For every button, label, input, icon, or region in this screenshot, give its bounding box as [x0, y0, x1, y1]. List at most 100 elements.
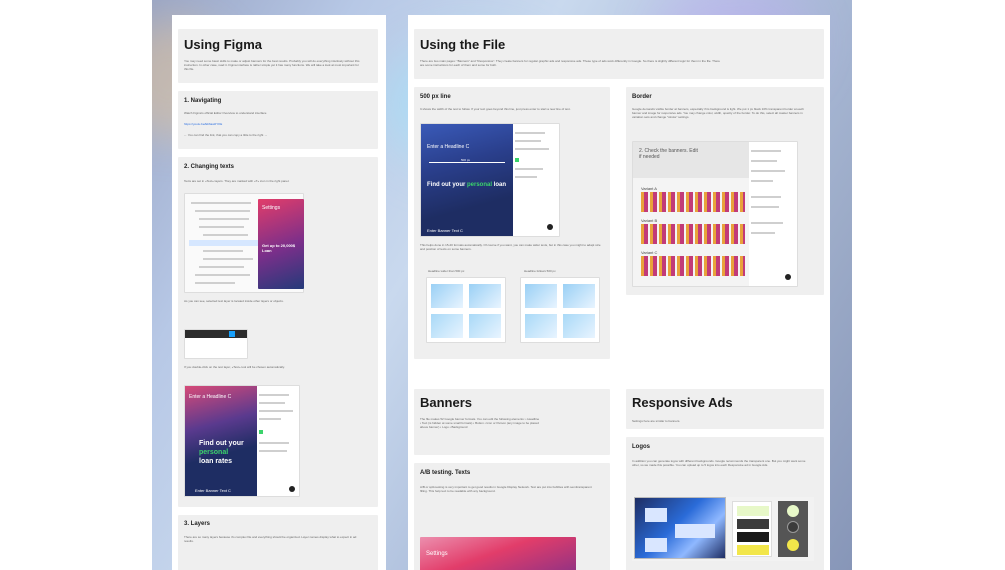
section-text: If you double-click on the text layer, «…	[184, 365, 285, 369]
section-text: A/B or split-testing is very important t…	[420, 485, 592, 493]
banner-thumbnail	[563, 314, 595, 338]
logo-placeholder	[675, 524, 715, 538]
banner-thumbnail	[469, 314, 501, 338]
banners-card: Banners The file makes 52 Google banner …	[414, 389, 610, 455]
settings-banner-title: Get up to 20,000$ Loan	[262, 243, 296, 253]
settings-title: Settings	[426, 551, 448, 557]
color-swatch[interactable]	[259, 430, 263, 434]
variant-b-banners	[641, 224, 745, 244]
logos-card: Logos In addition you can generate logos…	[626, 437, 824, 570]
section-heading: 3. Layers	[184, 521, 211, 527]
section-note: ← You can find the link, that you can co…	[184, 133, 268, 137]
layer-row	[195, 282, 235, 284]
ab-testing-card: A/B testing. Texts A/B or split-testing …	[414, 463, 610, 570]
property-row	[751, 160, 777, 162]
icon-variant	[787, 539, 799, 551]
layer-row	[191, 202, 251, 204]
settings-banner-preview: Settings Get up to 20,000$ Loan	[258, 199, 304, 289]
layer-row	[199, 226, 244, 228]
page-title: Using Figma	[184, 37, 263, 52]
banner-body-1: Find out your personal loan	[427, 182, 506, 188]
layer-row	[199, 218, 249, 220]
layer-row	[195, 274, 250, 276]
color-swatch[interactable]	[515, 158, 519, 162]
width-guide-label: 500 px	[461, 158, 471, 162]
section-title: Banners	[420, 395, 473, 410]
section-text: The file makes 52 Google banner formats.…	[420, 417, 540, 429]
banner-body-2: personal	[199, 449, 229, 456]
banner-preview: Enter a Headline C Find out your persona…	[185, 386, 257, 496]
icon-variant	[787, 521, 799, 533]
settings-title: Settings	[262, 205, 281, 211]
banner-thumbnail	[469, 284, 501, 308]
logo-placeholder	[645, 508, 667, 522]
property-row	[751, 206, 779, 208]
responsive-ads-card: Responsive Ads Settings here are similar…	[626, 389, 824, 429]
banner-body-1: Find out your	[199, 440, 244, 447]
help-icon[interactable]	[785, 274, 791, 280]
banner-headline: Enter a Headline C	[427, 144, 470, 150]
line-card: 500 px line It shows the width of the te…	[414, 87, 610, 359]
variant-a-label: Variant A	[641, 186, 657, 191]
text-tool-icon[interactable]	[229, 331, 235, 337]
left-page[interactable]: Using Figma You may need some basic skil…	[172, 15, 386, 570]
icon-variant	[787, 505, 799, 517]
youtube-link[interactable]: https://youtu.be/Eb6aw0YKE	[184, 122, 222, 126]
border-card: Border Google demands visible border at …	[626, 87, 824, 295]
property-row	[259, 394, 289, 396]
section-title: Responsive Ads	[632, 395, 733, 410]
variants-canvas: 2. Check the banners. Edit if needed Var…	[633, 142, 749, 286]
properties-panel	[751, 146, 795, 284]
logo-variant	[737, 532, 769, 542]
section-text: Google demands visible border at banners…	[632, 107, 804, 119]
section-text: There are so many layers because it's co…	[184, 535, 357, 543]
banner-editor-screenshot: Enter a Headline C Find out your persona…	[184, 385, 300, 497]
property-row	[259, 450, 287, 452]
variant-a-banners	[641, 192, 745, 212]
logo-variant	[737, 506, 769, 516]
section-text: It shows the width of the text to follow…	[420, 107, 571, 111]
banner-body-text: Find out your	[427, 182, 466, 188]
section-heading: Logos	[632, 444, 650, 450]
property-row	[515, 148, 549, 150]
banner-body-accent: personal	[467, 182, 493, 188]
intro-text: There are two main pages: "Banners" and …	[420, 59, 720, 67]
section-text: Watch Figma's official Editor Overview t…	[184, 111, 267, 115]
navigating-card: 1. Navigating Watch Figma's official Edi…	[178, 91, 378, 149]
title-card: Using the File There are two main pages:…	[414, 29, 824, 79]
intro-text: You may need some basic skills to make o…	[184, 59, 360, 71]
banner-footer: Enter Banner Text C	[195, 488, 231, 493]
example-banners-left	[426, 277, 506, 343]
property-row	[751, 222, 783, 224]
page-title: Using the File	[420, 37, 506, 52]
banner-thumbnail	[563, 284, 595, 308]
section-text: Texts are set in «Text» layers. They are…	[184, 179, 290, 183]
help-icon[interactable]	[289, 486, 295, 492]
banner-body-3: loan rates	[199, 458, 233, 465]
variant-b-label: Variant B	[641, 218, 658, 223]
banner-thumbnail	[431, 284, 463, 308]
layer-row	[199, 266, 244, 268]
banner-headline: Enter a Headline C	[189, 394, 232, 400]
property-row	[751, 170, 785, 172]
variant-c-label: Variant C	[641, 250, 658, 255]
example-label-right: Headline follows 500 px	[524, 269, 556, 273]
banner-preview: Enter a Headline C 500 px Find out your …	[421, 124, 513, 236]
property-row	[259, 402, 285, 404]
section-heading: 500 px line	[420, 94, 451, 100]
right-page[interactable]: Using the File There are two main pages:…	[408, 15, 830, 570]
section-caption: This helps done in 15-20 formats automat…	[420, 243, 601, 251]
property-row	[751, 150, 781, 152]
property-row	[259, 418, 281, 420]
help-icon[interactable]	[547, 224, 553, 230]
banner-body-text: loan	[493, 182, 507, 188]
variant-c-banners	[641, 256, 745, 276]
property-row	[515, 140, 541, 142]
layer-row	[195, 210, 250, 212]
changing-texts-card: 2. Changing texts Texts are set in «Text…	[178, 157, 378, 507]
properties-panel	[259, 390, 299, 494]
banner-thumbnail	[525, 284, 557, 308]
tooltip-text: 2. Check the banners. Edit if needed	[639, 148, 698, 160]
properties-panel	[515, 128, 557, 234]
section-text: As you can see, selected text layer is l…	[184, 299, 284, 303]
